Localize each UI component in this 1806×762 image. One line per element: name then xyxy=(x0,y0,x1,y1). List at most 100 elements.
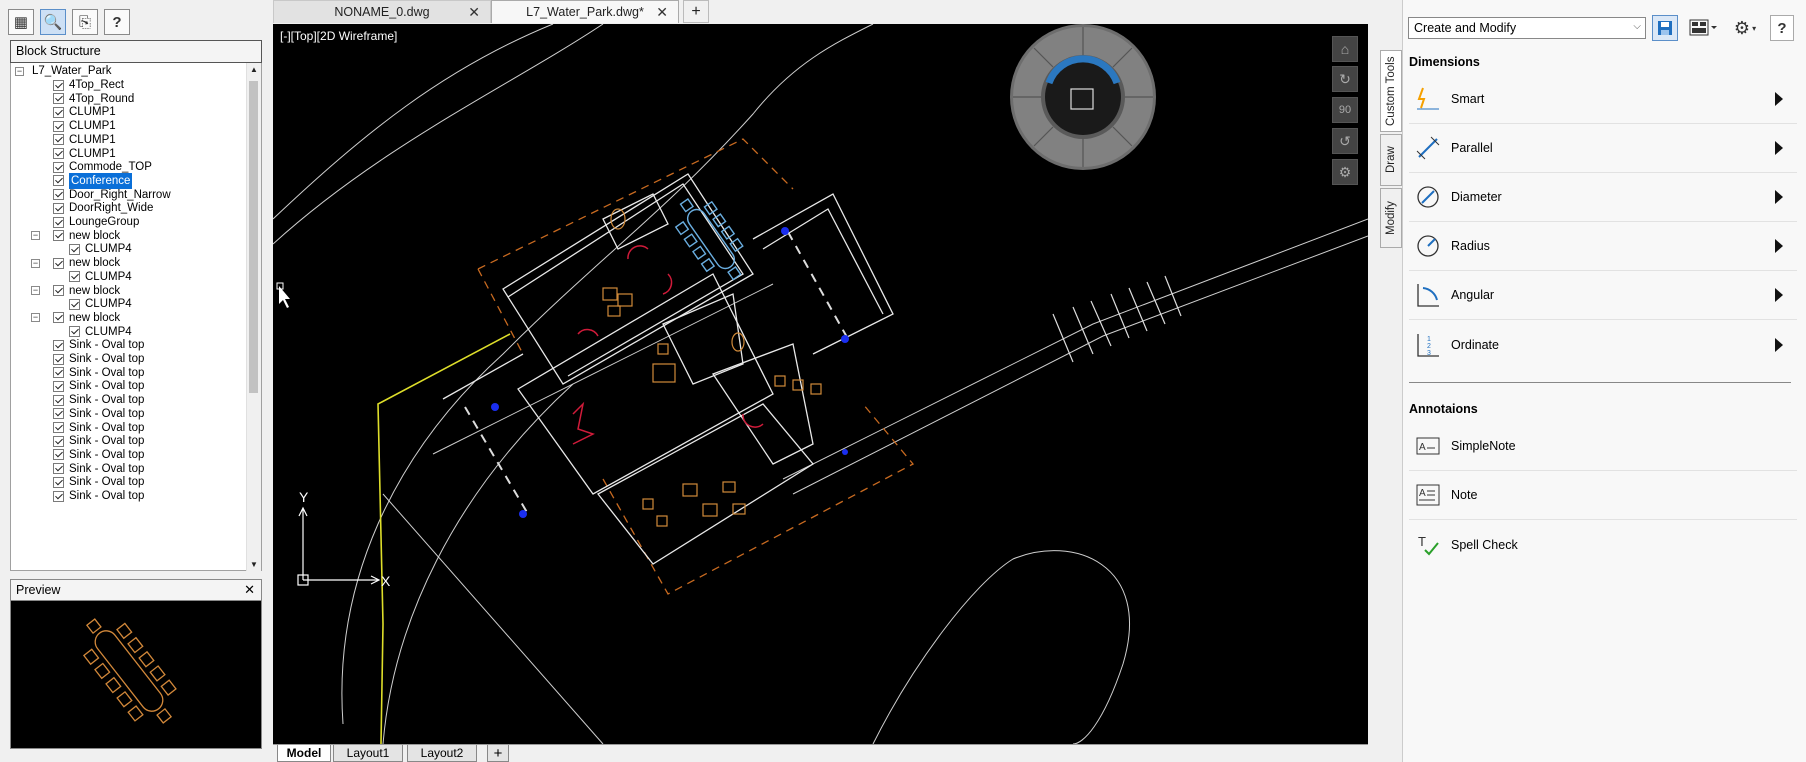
spell-check-button[interactable]: T Spell Check xyxy=(1409,520,1797,569)
tab-custom-tools[interactable]: Custom Tools xyxy=(1380,50,1402,132)
orbit-icon[interactable]: ↻ xyxy=(1332,66,1358,92)
checkbox[interactable] xyxy=(53,380,64,392)
checkbox[interactable] xyxy=(53,435,64,447)
checkbox[interactable] xyxy=(53,285,64,296)
dimensions-title: Dimensions xyxy=(1409,55,1480,69)
settings-icon[interactable]: ⚙ xyxy=(1332,159,1358,185)
checkbox[interactable] xyxy=(53,189,64,201)
collapse-icon[interactable]: − xyxy=(31,313,40,323)
save-icon[interactable] xyxy=(1652,15,1678,41)
tab-noname[interactable]: NONAME_0.dwg ✕ xyxy=(273,0,491,23)
tab-draw[interactable]: Draw xyxy=(1380,134,1402,186)
checkbox[interactable] xyxy=(53,93,64,105)
cad-drawing: Y X xyxy=(273,24,1368,744)
checkbox[interactable] xyxy=(53,490,64,502)
diameter-icon xyxy=(1415,184,1441,210)
add-tab-button[interactable]: + xyxy=(683,0,709,23)
collapse-icon[interactable]: − xyxy=(15,66,24,76)
checkbox[interactable] xyxy=(53,120,64,132)
preview-close-icon[interactable]: ✕ xyxy=(244,582,255,598)
close-icon[interactable]: ✕ xyxy=(468,4,480,21)
section-divider xyxy=(1409,382,1791,383)
smart-label: Smart xyxy=(1451,92,1485,106)
note-icon: A xyxy=(1415,482,1441,508)
add-layout-button[interactable]: + xyxy=(487,745,509,762)
home-icon[interactable]: ⌂ xyxy=(1332,36,1358,62)
pan-icon[interactable]: ↺ xyxy=(1332,128,1358,154)
checkbox[interactable] xyxy=(69,271,80,283)
checkbox[interactable] xyxy=(53,134,64,146)
checkbox[interactable] xyxy=(53,257,64,269)
close-icon[interactable]: ✕ xyxy=(656,4,668,21)
checkbox[interactable] xyxy=(53,106,64,118)
parallel-dimension-button[interactable]: Parallel xyxy=(1409,124,1797,173)
simple-note-button[interactable]: A SimpleNote xyxy=(1409,422,1797,471)
checkbox[interactable] xyxy=(69,243,80,255)
checkbox[interactable] xyxy=(53,408,64,420)
checkbox[interactable] xyxy=(53,353,64,365)
preview-canvas xyxy=(10,601,262,749)
radius-dimension-button[interactable]: Radius xyxy=(1409,222,1797,271)
ordinate-dimension-button[interactable]: 123 Ordinate xyxy=(1409,320,1797,369)
tree-scroll-thumb[interactable] xyxy=(249,81,258,393)
note-button[interactable]: A Note xyxy=(1409,471,1797,520)
svg-text:1: 1 xyxy=(1427,336,1431,343)
help-icon[interactable]: ? xyxy=(104,9,130,35)
tree-item[interactable]: Sink - Oval top xyxy=(53,488,144,504)
tab-l7-water-park[interactable]: L7_Water_Park.dwg* ✕ xyxy=(491,0,679,23)
checkbox[interactable] xyxy=(53,312,64,324)
checkbox[interactable] xyxy=(53,394,64,406)
checkbox[interactable] xyxy=(53,230,64,242)
checkbox[interactable] xyxy=(53,175,64,187)
export-icon[interactable]: ⎘ xyxy=(72,9,98,35)
palette-selector-value: Create and Modify xyxy=(1414,21,1517,35)
tab-modify[interactable]: Modify xyxy=(1380,188,1402,248)
checkbox[interactable] xyxy=(53,79,64,91)
tree-item-label: Sink - Oval top xyxy=(69,490,145,502)
gear-icon[interactable]: ⚙ ▾ xyxy=(1728,15,1762,41)
tab-model[interactable]: Model xyxy=(277,745,331,762)
preview-doc-icon[interactable]: 🔍 xyxy=(40,9,66,35)
simple-note-label: SimpleNote xyxy=(1451,439,1516,453)
preview-header: Preview ✕ xyxy=(10,579,262,601)
diameter-dimension-button[interactable]: Diameter xyxy=(1409,173,1797,222)
ordinate-label: Ordinate xyxy=(1451,337,1499,352)
rotate-90-button[interactable]: 90 xyxy=(1332,97,1358,123)
collapse-icon[interactable]: − xyxy=(31,231,40,241)
ordinate-icon: 123 xyxy=(1415,332,1441,358)
block-structure-icon[interactable]: ▦ xyxy=(8,9,34,35)
checkbox[interactable] xyxy=(69,298,80,310)
ucs-x-label: X xyxy=(381,573,391,589)
checkbox[interactable] xyxy=(53,161,64,173)
checkbox[interactable] xyxy=(53,449,64,461)
chevron-right-icon xyxy=(1775,190,1783,204)
checkbox[interactable] xyxy=(69,326,80,338)
checkbox[interactable] xyxy=(53,463,64,475)
conference-table-preview xyxy=(82,618,177,724)
help-button[interactable]: ? xyxy=(1770,15,1794,41)
palette-selector[interactable]: Create and Modify ⌵ xyxy=(1408,17,1646,39)
checkbox[interactable] xyxy=(53,339,64,351)
tab-layout1[interactable]: Layout1 xyxy=(333,745,403,762)
collapse-icon[interactable]: − xyxy=(31,258,40,268)
svg-text:2: 2 xyxy=(1427,343,1431,350)
preview-title: Preview xyxy=(16,583,61,597)
checkbox[interactable] xyxy=(53,422,64,433)
parallel-dimension-icon xyxy=(1415,135,1441,161)
chevron-right-icon xyxy=(1775,141,1783,155)
checkbox[interactable] xyxy=(53,202,64,214)
collapse-icon[interactable]: − xyxy=(31,286,40,295)
checkbox[interactable] xyxy=(53,148,64,159)
drawing-canvas[interactable]: Y X xyxy=(273,24,1368,744)
checkbox[interactable] xyxy=(53,216,64,228)
angular-dimension-button[interactable]: Angular xyxy=(1409,271,1797,320)
checkbox[interactable] xyxy=(53,367,64,379)
layout-view-icon[interactable] xyxy=(1686,15,1720,41)
smart-dimension-button[interactable]: Smart xyxy=(1409,75,1797,124)
annotations-title: Annotaions xyxy=(1409,402,1478,416)
tab-layout2[interactable]: Layout2 xyxy=(407,745,477,762)
viewport-label[interactable]: [-][Top][2D Wireframe] xyxy=(280,29,397,43)
block-tree: − L7_Water_Park 4Top_Rect 4Top_Round CLUMP1 C… xyxy=(10,63,262,571)
checkbox[interactable] xyxy=(53,476,64,488)
svg-text:T: T xyxy=(1418,534,1426,549)
